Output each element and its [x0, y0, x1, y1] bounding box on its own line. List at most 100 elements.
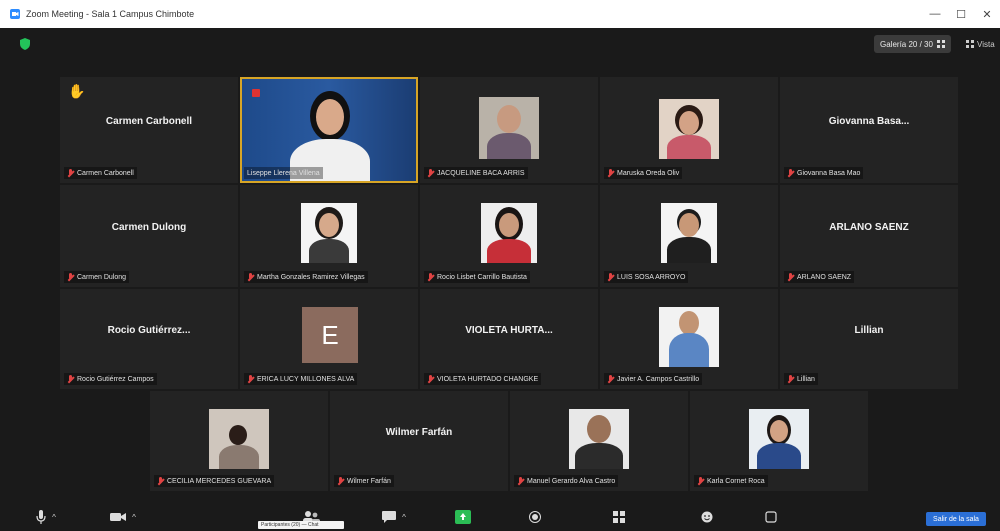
participant-tile[interactable]: Martha Gonzales Ramirez Villegas	[240, 185, 418, 287]
mic-muted-icon	[697, 476, 704, 486]
mic-muted-icon	[67, 168, 74, 178]
mic-muted-icon	[607, 168, 614, 178]
mic-muted-icon	[787, 374, 794, 384]
participant-tile[interactable]: CECILIA MERCEDES GUEVARA	[150, 391, 328, 491]
participant-avatar: E	[302, 307, 358, 363]
participant-photo	[749, 409, 809, 469]
participant-tile[interactable]: Lillian Lillian	[780, 289, 958, 389]
participant-name: ARLANO SAENZ	[797, 273, 852, 281]
participant-nameplate: Carmen Dulong	[64, 271, 130, 283]
chat-icon	[382, 511, 397, 523]
participant-tile[interactable]: Carmen Dulong Carmen Dulong	[60, 185, 238, 287]
grid-icon	[936, 40, 945, 48]
participant-name: Karla Cornet Roca	[707, 477, 765, 485]
participant-name: Martha Gonzales Ramirez Villegas	[257, 273, 365, 281]
view-label: Galería 20 / 30	[880, 39, 933, 49]
participant-name: Giovanna Basa Mao	[797, 169, 861, 177]
reactions-button[interactable]	[696, 508, 718, 526]
participant-center-name: Carmen Dulong	[111, 221, 187, 233]
participant-nameplate: ARLANO SAENZ	[784, 271, 855, 283]
participant-photo	[301, 203, 357, 263]
participant-nameplate: Javier A. Campos Castrillo	[604, 373, 703, 385]
participant-name: Manuel Gerardo Alva Castro	[527, 477, 616, 485]
participant-tile[interactable]: Manuel Gerardo Alva Castro	[510, 391, 688, 491]
participant-nameplate: CECILIA MERCEDES GUEVARA	[154, 475, 275, 487]
participants-tooltip: Participantes (20) — Chat	[258, 521, 344, 529]
participant-center-name: Carmen Carbonell	[105, 115, 193, 127]
meeting-toolbar	[0, 505, 1000, 531]
participant-nameplate: Wilmer Farfán	[334, 475, 394, 487]
chat-button[interactable]: ^	[374, 508, 414, 526]
participant-nameplate: Liseppe Llerena Villena	[244, 167, 323, 179]
microphone-button[interactable]: ^	[32, 508, 60, 526]
participant-tile[interactable]: VIOLETA HURTA... VIOLETA HURTADO CHANGKE	[420, 289, 598, 389]
participant-nameplate: Martha Gonzales Ramirez Villegas	[244, 271, 368, 283]
participant-name: Carmen Carbonell	[77, 169, 134, 177]
mic-muted-icon	[787, 168, 794, 178]
participant-name: Carmen Dulong	[77, 273, 127, 281]
participant-center-name: VIOLETA HURTA...	[465, 324, 553, 336]
window-title: Zoom Meeting - Sala 1 Campus Chimbote	[26, 9, 195, 19]
participant-name: Rocio Gutiérrez Campos	[77, 375, 154, 383]
participant-tile[interactable]: ARLANO SAENZ ARLANO SAENZ	[780, 185, 958, 287]
participant-nameplate: VIOLETA HURTADO CHANGKE	[424, 373, 542, 385]
share-screen-icon	[455, 510, 471, 524]
camera-button[interactable]: ^	[100, 508, 146, 526]
microphone-icon	[36, 510, 46, 524]
participant-tile[interactable]: LUIS SOSA ARROYO	[600, 185, 778, 287]
more-icon	[765, 511, 777, 523]
security-shield-icon[interactable]	[20, 38, 30, 50]
record-button[interactable]	[524, 508, 546, 526]
participant-nameplate: Carmen Carbonell	[64, 167, 137, 179]
close-button[interactable]: ✕	[970, 0, 1000, 28]
participant-nameplate: Rocio Gutiérrez Campos	[64, 373, 157, 385]
participant-tile[interactable]: Rocio Gutiérrez... Rocio Gutiérrez Campo…	[60, 289, 238, 389]
participant-center-name: Giovanna Basa...	[828, 115, 910, 127]
mic-muted-icon	[517, 476, 524, 486]
mic-muted-icon	[427, 374, 434, 384]
chevron-up-icon: ^	[402, 512, 406, 522]
participant-tile[interactable]: Javier A. Campos Castrillo	[600, 289, 778, 389]
leave-room-button[interactable]: Salir de la sala	[926, 512, 986, 526]
participant-photo	[209, 409, 269, 469]
participant-nameplate: Manuel Gerardo Alva Castro	[514, 475, 619, 487]
participant-center-name: Lillian	[854, 324, 884, 336]
participant-tile-active-speaker[interactable]: Liseppe Llerena Villena	[240, 77, 418, 183]
apps-button[interactable]	[608, 508, 630, 526]
reactions-icon	[701, 511, 713, 523]
participant-tile[interactable]: Wilmer Farfán Wilmer Farfán	[330, 391, 508, 491]
participant-nameplate: LUIS SOSA ARROYO	[604, 271, 689, 283]
tooltip-text: Participantes (20) — Chat	[261, 522, 319, 528]
view-menu-button[interactable]: Vista	[966, 35, 995, 53]
participant-tile[interactable]: Giovanna Basa... Giovanna Basa Mao	[780, 77, 958, 183]
participant-photo	[661, 203, 717, 263]
more-button[interactable]	[760, 508, 782, 526]
participant-tile[interactable]: E ERICA LUCY MILLONES ALVA	[240, 289, 418, 389]
participant-name: ERICA LUCY MILLONES ALVA	[257, 375, 355, 383]
participant-name: VIOLETA HURTADO CHANGKE	[437, 375, 539, 383]
participant-center-name: Wilmer Farfán	[385, 426, 453, 438]
share-screen-button[interactable]	[452, 508, 474, 526]
participant-nameplate: Lillian	[784, 373, 818, 385]
mic-muted-icon	[427, 272, 434, 282]
participant-center-name: ARLANO SAENZ	[829, 221, 909, 233]
gallery-view-toggle[interactable]: Galería 20 / 30	[874, 35, 951, 53]
participant-tile[interactable]: Maruska Oreda Oliv	[600, 77, 778, 183]
participant-name: Wilmer Farfán	[347, 477, 391, 485]
chevron-up-icon: ^	[52, 512, 56, 522]
apps-icon	[613, 511, 625, 523]
participant-name: Rocio Lisbet Carrillo Bautista	[437, 273, 527, 281]
participant-nameplate: JACQUELINE BACA ARRIS	[424, 167, 528, 179]
participant-tile[interactable]: Karla Cornet Roca	[690, 391, 868, 491]
participant-tile[interactable]: Rocio Lisbet Carrillo Bautista	[420, 185, 598, 287]
mic-muted-icon	[67, 374, 74, 384]
participant-name: CECILIA MERCEDES GUEVARA	[167, 477, 272, 485]
participant-tile[interactable]: JACQUELINE BACA ARRIS	[420, 77, 598, 183]
participant-name: Maruska Oreda Oliv	[617, 169, 680, 177]
participant-tile[interactable]: ✋ Carmen Carbonell Carmen Carbonell	[60, 77, 238, 183]
participant-video	[242, 79, 416, 181]
participant-photo	[481, 203, 537, 263]
participant-photo	[659, 99, 719, 159]
window-titlebar: Zoom Meeting - Sala 1 Campus Chimbote — …	[0, 0, 1000, 28]
mic-muted-icon	[607, 374, 614, 384]
